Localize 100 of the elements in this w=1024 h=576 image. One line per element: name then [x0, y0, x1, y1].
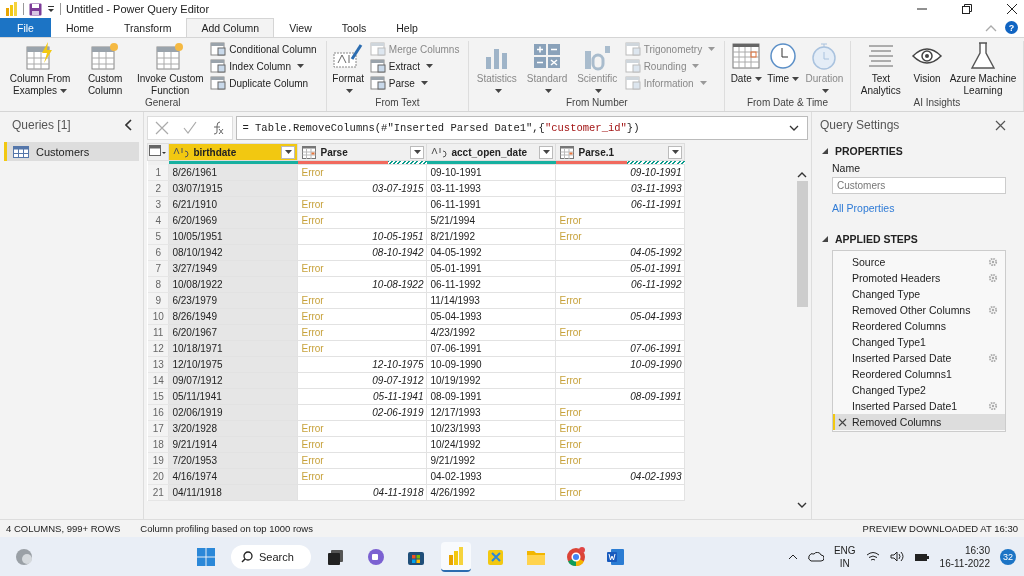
dropdown-caret-icon[interactable] — [47, 5, 55, 13]
applied-step[interactable]: Changed Type1 — [833, 334, 1005, 350]
calendar-icon[interactable] — [560, 145, 575, 159]
restore-icon[interactable] — [961, 3, 973, 15]
group-label: From Date & Time — [745, 97, 829, 110]
applied-step[interactable]: Source — [833, 254, 1005, 270]
ribbon-button[interactable]: Column From Examples — [3, 41, 77, 97]
applied-step[interactable]: Changed Type2 — [833, 382, 1005, 398]
table-cell: 04-11-1918 — [297, 484, 427, 501]
table-cell: 03-11-1993 — [555, 180, 685, 197]
applied-step[interactable]: Removed Columns — [833, 414, 1005, 430]
power-bi-logo-icon — [6, 2, 18, 16]
table-cell: 04-02-1993 — [426, 468, 556, 485]
language-indicator[interactable]: ENG IN — [833, 543, 856, 570]
help-button[interactable]: ? — [1005, 21, 1018, 34]
group-label: From Number — [564, 97, 629, 110]
ribbon-tab[interactable]: View — [274, 18, 327, 37]
group-label: General — [143, 97, 182, 110]
document-app-icon — [605, 546, 626, 567]
ribbon-button[interactable]: Extract — [367, 58, 462, 74]
filter-dropdown-button[interactable] — [410, 145, 425, 159]
table-cell: 05-01-1991 — [426, 260, 556, 277]
scroll-down-icon[interactable] — [797, 502, 807, 509]
table-cell: Error — [297, 196, 427, 213]
ribbon-tab[interactable]: Transform — [108, 18, 187, 37]
column-header[interactable]: Parse.1 — [555, 143, 685, 161]
filter-dropdown-button[interactable] — [281, 145, 296, 159]
function-icon[interactable] — [211, 121, 226, 135]
ribbon-button[interactable]: Duplicate Column — [208, 75, 319, 91]
collapse-triangle-icon[interactable] — [822, 236, 828, 242]
volume-icon[interactable] — [889, 551, 904, 562]
search-box[interactable]: Search — [230, 544, 311, 569]
query-item[interactable]: Customers — [4, 142, 140, 161]
applied-step[interactable]: Changed Type — [833, 286, 1005, 302]
battery-icon[interactable] — [913, 551, 930, 562]
column-header[interactable]: birthdate — [168, 143, 298, 161]
all-properties-link[interactable]: All Properties — [832, 202, 1006, 214]
close-icon[interactable] — [1006, 3, 1018, 15]
scroll-up-icon[interactable] — [797, 171, 807, 178]
wifi-icon[interactable] — [865, 551, 880, 562]
ribbon-button[interactable]: Vision — [909, 41, 945, 97]
expand-icon[interactable] — [789, 125, 799, 131]
ribbon-button[interactable]: Text Analytics — [853, 41, 908, 97]
column-header[interactable]: acct_open_date — [426, 143, 556, 161]
table-cell: 08-09-1991 — [426, 388, 556, 405]
text-type-icon[interactable] — [431, 146, 448, 158]
clock[interactable]: 16:30 16-11-2022 — [939, 543, 990, 570]
show-hidden-icons-icon[interactable] — [787, 553, 798, 560]
calendar-icon[interactable] — [302, 145, 317, 159]
delete-icon[interactable] — [838, 417, 847, 427]
text-type-icon[interactable] — [173, 146, 190, 158]
notification-badge[interactable]: 32 — [1000, 548, 1016, 565]
cloud-icon[interactable] — [807, 551, 824, 562]
ribbon-button[interactable]: Conditional Column — [208, 41, 319, 57]
ribbon-button[interactable]: Azure Machine Learning — [946, 41, 1020, 97]
ribbon-tab[interactable]: Help — [381, 18, 433, 37]
ribbon-tab[interactable]: File — [0, 18, 51, 37]
ribbon-button[interactable]: Custom Column — [78, 41, 133, 97]
ribbon-button[interactable]: Format — [329, 41, 367, 97]
collapse-triangle-icon[interactable] — [822, 148, 828, 154]
table-cell: Error — [555, 324, 685, 341]
start-icon — [195, 546, 216, 567]
formula-field[interactable]: = Table.RemoveColumns(#"Inserted Parsed Date1",{"customer_id"}) — [236, 116, 808, 140]
ribbon-tab[interactable]: Home — [50, 18, 109, 37]
table-cell: Error — [297, 420, 427, 437]
table-icon — [13, 145, 29, 158]
table-cell: 12-10-1975 — [297, 356, 427, 373]
scrollbar-thumb[interactable] — [796, 181, 808, 307]
close-icon[interactable] — [995, 119, 1006, 131]
filter-dropdown-button[interactable] — [668, 145, 683, 159]
filter-dropdown-button[interactable] — [539, 145, 554, 159]
ribbon-tab[interactable]: Tools — [326, 18, 382, 37]
ribbon-button[interactable]: Time — [765, 41, 802, 97]
table-menu-icon[interactable] — [149, 145, 168, 157]
name-field[interactable]: Customers — [832, 177, 1006, 194]
applied-step[interactable]: Inserted Parsed Date — [833, 350, 1005, 366]
table-cell: Error — [555, 452, 685, 469]
applied-step[interactable]: Reordered Columns — [833, 318, 1005, 334]
table-cell: Error — [555, 484, 685, 501]
applied-step[interactable]: Removed Other Columns — [833, 302, 1005, 318]
save-icon[interactable] — [29, 2, 42, 16]
calculator-icon — [531, 41, 563, 71]
applied-step[interactable]: Inserted Parsed Date1 — [833, 398, 1005, 414]
applied-step[interactable]: Promoted Headers — [833, 270, 1005, 286]
caret-icon — [284, 150, 292, 154]
table-cell: Error — [297, 468, 427, 485]
ribbon-button[interactable]: Invoke Custom Function — [133, 41, 208, 97]
ribbon-button[interactable]: Index Column — [208, 58, 319, 74]
search-icon — [240, 550, 253, 563]
ribbon-button[interactable]: Date — [728, 41, 765, 97]
ribbon-tab[interactable]: Add Column — [186, 18, 275, 37]
collapse-icon[interactable] — [125, 119, 134, 131]
caret-icon — [792, 77, 800, 82]
table-cell: Error — [555, 404, 685, 421]
check-icon[interactable] — [183, 121, 198, 135]
applied-step[interactable]: Reordered Columns1 — [833, 366, 1005, 382]
table-cell: Error — [555, 212, 685, 229]
table-cell: Error — [297, 292, 427, 309]
ribbon-button[interactable]: Parse — [367, 75, 462, 91]
column-header[interactable]: Parse — [297, 143, 427, 161]
